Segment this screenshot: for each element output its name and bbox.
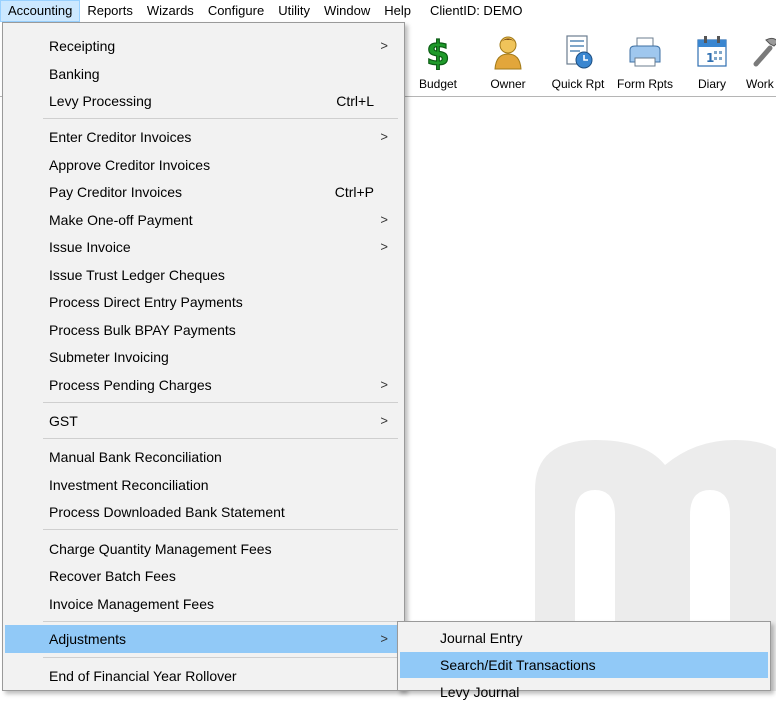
menu-separator: [43, 657, 398, 658]
menu-item-process-direct-entry-payments[interactable]: Process Direct Entry Payments: [5, 289, 402, 315]
menu-item-label: Process Downloaded Bank Statement: [49, 504, 285, 520]
menu-item-label: Adjustments: [49, 631, 127, 647]
person-icon: [494, 36, 522, 70]
menu-item-levy-processing[interactable]: Levy Processing Ctrl+L: [5, 88, 402, 114]
tools-icon: [753, 37, 776, 67]
menu-separator: [43, 402, 398, 403]
menu-help[interactable]: Help: [377, 0, 418, 22]
menu-item-invoice-management-fees[interactable]: Invoice Management Fees: [5, 591, 402, 617]
menu-item-issue-invoice[interactable]: Issue Invoice >: [5, 234, 402, 260]
printer-icon: [629, 37, 661, 67]
menu-item-process-downloaded-bank-statement[interactable]: Process Downloaded Bank Statement: [5, 499, 402, 525]
calendar-icon: 1: [697, 36, 727, 67]
menu-item-label: Issue Trust Ledger Cheques: [49, 267, 225, 283]
menu-item-label: Levy Processing: [49, 93, 152, 109]
shortcut-label: Ctrl+P: [334, 184, 374, 200]
menu-item-label: Receipting: [49, 38, 116, 54]
menu-item-process-bulk-bpay-payments[interactable]: Process Bulk BPAY Payments: [5, 317, 402, 343]
work-label: Work: [746, 77, 774, 91]
adjustments-submenu: Journal Entry Search/Edit Transactions L…: [397, 621, 771, 700]
menu-item-label: Submeter Invoicing: [49, 349, 169, 365]
submenu-item-label: Search/Edit Transactions: [440, 657, 596, 673]
menu-item-label: Process Bulk BPAY Payments: [49, 322, 236, 338]
menu-item-pay-creditor-invoices[interactable]: Pay Creditor Invoices Ctrl+P: [5, 179, 402, 205]
client-id-label: ClientID: DEMO: [429, 3, 523, 18]
menu-item-label: Approve Creditor Invoices: [49, 157, 211, 173]
menu-item-label: Issue Invoice: [49, 239, 131, 255]
menu-separator: [43, 529, 398, 530]
menu-item-label: Manual Bank Reconciliation: [49, 449, 222, 465]
quick-rpt-button[interactable]: Quick Rpt: [546, 30, 610, 94]
chevron-right-icon: >: [380, 129, 388, 144]
work-button[interactable]: Work: [746, 30, 776, 94]
chevron-right-icon: >: [380, 38, 388, 53]
chevron-right-icon: >: [380, 631, 388, 646]
menu-reports[interactable]: Reports: [80, 0, 140, 22]
menu-window[interactable]: Window: [317, 0, 377, 22]
dollar-icon: $: [426, 34, 451, 70]
menu-item-label: Process Pending Charges: [49, 377, 212, 393]
menu-item-receipting[interactable]: Receipting >: [5, 33, 402, 59]
submenu-item-levy-journal[interactable]: Levy Journal: [400, 679, 768, 705]
menu-accounting[interactable]: Accounting: [0, 0, 81, 22]
menu-item-label: Process Direct Entry Payments: [49, 294, 243, 310]
owner-button[interactable]: Owner: [482, 30, 534, 94]
menu-item-label: GST: [49, 413, 78, 429]
menu-item-recover-batch-fees[interactable]: Recover Batch Fees: [5, 563, 402, 589]
menu-bar: Accounting Reports Wizards Configure Uti…: [0, 0, 776, 22]
svg-text:1: 1: [706, 51, 714, 65]
menu-item-label: Invoice Management Fees: [49, 596, 214, 612]
menu-separator: [43, 621, 398, 622]
chevron-right-icon: >: [380, 413, 388, 428]
owner-label: Owner: [490, 77, 526, 91]
menu-configure[interactable]: Configure: [201, 0, 271, 22]
menu-item-end-of-financial-year-rollover[interactable]: End of Financial Year Rollover: [5, 663, 402, 689]
chevron-right-icon: >: [380, 212, 388, 227]
menu-item-label: Recover Batch Fees: [49, 568, 176, 584]
menu-item-label: Pay Creditor Invoices: [49, 184, 183, 200]
chevron-right-icon: >: [380, 239, 388, 254]
menu-item-approve-creditor-invoices[interactable]: Approve Creditor Invoices: [5, 152, 402, 178]
menu-item-label: End of Financial Year Rollover: [49, 668, 237, 684]
menu-item-issue-trust-ledger-cheques[interactable]: Issue Trust Ledger Cheques: [5, 262, 402, 288]
report-clock-icon: [566, 35, 593, 69]
menu-separator: [43, 438, 398, 439]
menu-item-label: Investment Reconciliation: [49, 477, 209, 493]
menu-utility[interactable]: Utility: [271, 0, 317, 22]
svg-text:$: $: [426, 34, 450, 70]
chevron-right-icon: >: [380, 377, 388, 392]
submenu-item-label: Journal Entry: [440, 630, 523, 646]
diary-label: Diary: [697, 77, 726, 91]
menu-wizards[interactable]: Wizards: [140, 0, 201, 22]
menu-item-label: Banking: [49, 66, 100, 82]
shortcut-label: Ctrl+L: [336, 93, 374, 109]
menu-item-charge-quantity-management-fees[interactable]: Charge Quantity Management Fees: [5, 536, 402, 562]
menu-item-enter-creditor-invoices[interactable]: Enter Creditor Invoices >: [5, 124, 402, 150]
menu-item-adjustments[interactable]: Adjustments >: [5, 625, 402, 653]
form-rpts-button[interactable]: Form Rpts: [612, 30, 678, 94]
diary-button[interactable]: 1 Diary: [690, 30, 734, 94]
menu-item-label: Make One-off Payment: [49, 212, 193, 228]
menu-item-gst[interactable]: GST >: [5, 408, 402, 434]
accounting-dropdown-menu: Receipting > Banking Levy Processing Ctr…: [2, 22, 405, 691]
budget-label: Budget: [418, 77, 458, 91]
menu-item-label: Enter Creditor Invoices: [49, 129, 192, 145]
menu-item-investment-reconciliation[interactable]: Investment Reconciliation: [5, 472, 402, 498]
submenu-item-journal-entry[interactable]: Journal Entry: [400, 625, 768, 651]
menu-item-label: Charge Quantity Management Fees: [49, 541, 272, 557]
menu-item-make-one-off-payment[interactable]: Make One-off Payment >: [5, 207, 402, 233]
menu-item-manual-bank-reconciliation[interactable]: Manual Bank Reconciliation: [5, 444, 402, 470]
menu-item-submeter-invoicing[interactable]: Submeter Invoicing: [5, 344, 402, 370]
submenu-item-label: Levy Journal: [440, 684, 520, 700]
menu-item-process-pending-charges[interactable]: Process Pending Charges >: [5, 372, 402, 398]
quick-rpt-label: Quick Rpt: [551, 77, 605, 91]
budget-button[interactable]: $ Budget: [410, 30, 466, 94]
submenu-item-search-edit-transactions[interactable]: Search/Edit Transactions: [400, 652, 768, 678]
form-rpts-label: Form Rpts: [616, 77, 673, 91]
menu-item-banking[interactable]: Banking: [5, 61, 402, 87]
menu-separator: [43, 118, 398, 119]
